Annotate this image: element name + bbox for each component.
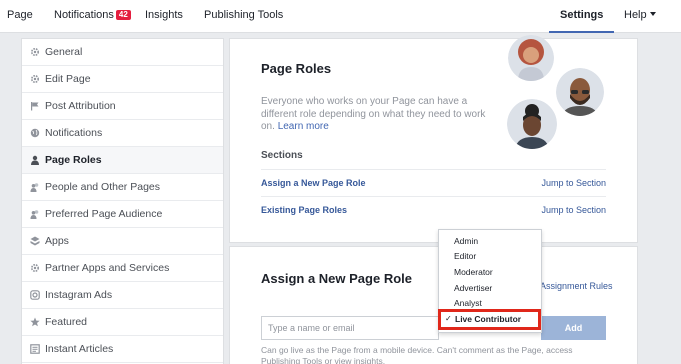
person-icon — [31, 155, 39, 165]
instagram-icon — [30, 290, 40, 300]
nav-notifications-link[interactable]: Notifications 42 — [54, 0, 131, 33]
sidebar-item-label: Post Attribution — [45, 100, 116, 112]
avatar-illustration — [507, 99, 557, 149]
learn-more-link[interactable]: Learn more — [278, 121, 329, 132]
assignment-rules-link[interactable]: Assignment Rules — [540, 281, 613, 291]
sidebar-item-notifications[interactable]: Notifications — [22, 120, 223, 147]
nav-insights-link[interactable]: Insights — [145, 0, 183, 33]
role-option-analyst[interactable]: Analyst — [454, 298, 482, 308]
sidebar-item-label: Partner Apps and Services — [45, 262, 170, 274]
name-or-email-input[interactable] — [261, 316, 439, 340]
nav-help-label: Help — [624, 9, 647, 21]
checkmark-icon: ✓ — [445, 314, 452, 323]
chevron-down-icon — [649, 12, 656, 16]
section-link-assign-new-role[interactable]: Assign a New Page Role — [261, 170, 366, 197]
section-link-existing-roles[interactable]: Existing Page Roles — [261, 197, 347, 224]
sidebar-item-page-roles[interactable]: Page Roles — [22, 147, 223, 174]
role-option-admin[interactable]: Admin — [454, 236, 478, 246]
section-row: Assign a New Page Role Jump to Section — [261, 169, 606, 196]
section-row: Existing Page Roles Jump to Section — [261, 196, 606, 223]
star-icon — [30, 317, 40, 327]
nav-notifications-label: Notifications — [54, 9, 114, 21]
jump-to-section-link[interactable]: Jump to Section — [541, 197, 606, 224]
sections-label: Sections — [261, 150, 303, 161]
nav-help-menu[interactable]: Help — [624, 0, 656, 33]
notifications-count-badge: 42 — [115, 10, 131, 20]
sidebar-item-people-and-other-pages[interactable]: People and Other Pages — [22, 174, 223, 201]
gear-icon — [30, 47, 40, 57]
sidebar-item-label: People and Other Pages — [45, 181, 160, 193]
page-roles-title: Page Roles — [261, 61, 332, 76]
sidebar-item-label: Featured — [45, 316, 88, 328]
selected-role-label: Live Contributor — [455, 314, 522, 324]
sidebar-item-label: Edit Page — [45, 73, 91, 85]
role-option-editor[interactable]: Editor — [454, 251, 476, 261]
avatar-illustration — [508, 35, 554, 81]
nav-publishing-tools-link[interactable]: Publishing Tools — [204, 0, 283, 33]
sidebar-item-featured[interactable]: Featured — [22, 309, 223, 336]
people-icon — [30, 210, 39, 219]
add-button[interactable]: Add — [541, 316, 606, 340]
gear-icon — [30, 263, 40, 273]
role-option-live-contributor[interactable]: ✓ Live Contributor — [438, 309, 541, 330]
article-icon — [30, 344, 40, 354]
assign-role-title: Assign a New Page Role — [261, 271, 412, 286]
role-option-moderator[interactable]: Moderator — [454, 267, 493, 277]
assign-role-panel: Assign a New Page Role Assignment Rules … — [229, 246, 638, 364]
page-roles-panel: Page Roles Everyone who works on your Pa… — [229, 35, 638, 243]
role-option-advertiser[interactable]: Advertiser — [454, 283, 492, 293]
page-roles-description: Everyone who works on your Page can have… — [261, 96, 486, 134]
sidebar-item-label: Page Roles — [45, 154, 102, 166]
apps-icon — [30, 236, 40, 246]
nav-settings-tab[interactable]: Settings — [549, 0, 615, 33]
nav-page-link[interactable]: Page — [7, 0, 33, 33]
people-icon — [30, 183, 39, 192]
gear-icon — [30, 74, 40, 84]
role-dropdown-menu: Admin Editor Moderator Advertiser Analys… — [438, 229, 542, 333]
sidebar-item-label: Instant Articles — [45, 343, 114, 355]
sidebar-item-label: General — [45, 46, 83, 58]
sidebar-item-edit-page[interactable]: Edit Page — [22, 66, 223, 93]
sidebar-item-label: Apps — [45, 235, 69, 247]
flag-icon — [31, 102, 39, 111]
top-nav: Page Notifications 42 Insights Publishing… — [0, 0, 681, 33]
avatar-illustration — [556, 68, 604, 116]
sidebar-item-preferred-page-audience[interactable]: Preferred Page Audience — [22, 201, 223, 228]
sidebar-item-instagram-ads[interactable]: Instagram Ads — [22, 282, 223, 309]
sidebar-item-label: Instagram Ads — [45, 289, 113, 301]
sidebar-item-label: Notifications — [45, 127, 103, 139]
sidebar-item-general[interactable]: General — [22, 39, 223, 66]
role-description-note: Can go live as the Page from a mobile de… — [261, 345, 573, 364]
sidebar-item-instant-articles[interactable]: Instant Articles — [22, 336, 223, 363]
sidebar-item-label: Preferred Page Audience — [45, 208, 163, 220]
globe-icon — [30, 128, 40, 138]
sidebar-item-post-attribution[interactable]: Post Attribution — [22, 93, 223, 120]
sidebar-item-apps[interactable]: Apps — [22, 228, 223, 255]
settings-sidebar: General Edit Page Post Attribution Notif… — [21, 38, 224, 364]
sidebar-item-partner-apps[interactable]: Partner Apps and Services — [22, 255, 223, 282]
jump-to-section-link[interactable]: Jump to Section — [541, 170, 606, 197]
